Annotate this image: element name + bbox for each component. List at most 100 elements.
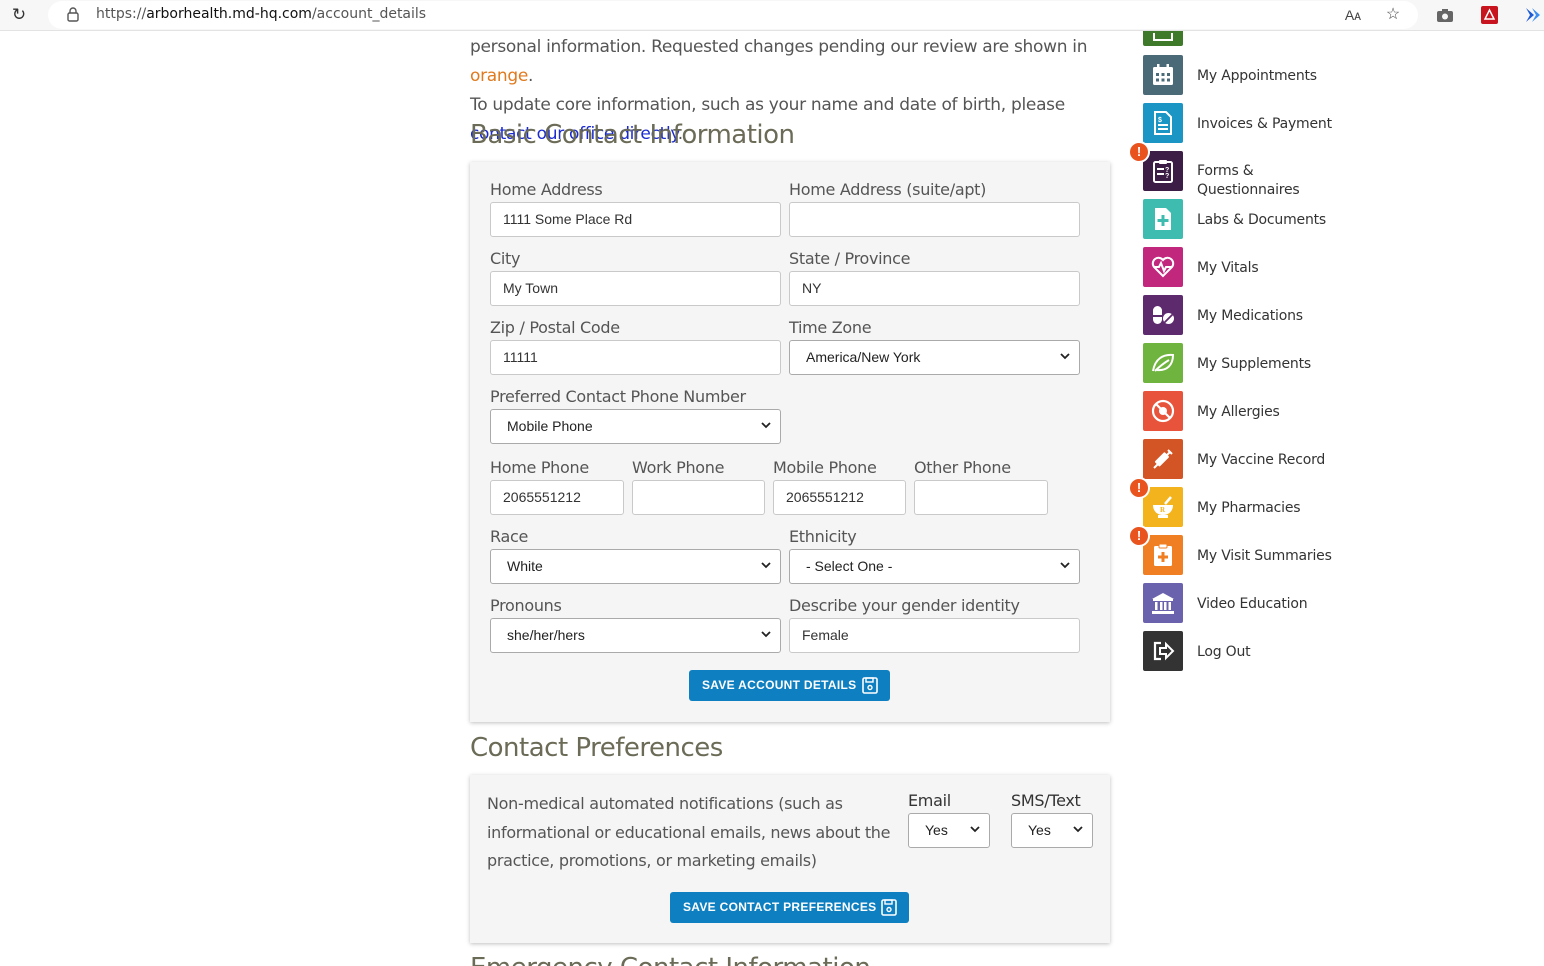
intro-text-2: To update core information, such as your… [470, 95, 1065, 115]
invoice-icon: $ [1143, 103, 1183, 143]
nav-label: My Vitals [1197, 260, 1259, 276]
city-input[interactable]: My Town [490, 271, 781, 306]
url-text[interactable]: https://arborhealth.md-hq.com/account_de… [96, 6, 426, 22]
nav-label: My Supplements [1197, 356, 1311, 372]
nav-label: My Appointments [1197, 68, 1317, 84]
pdf-extension-icon[interactable] [1481, 6, 1498, 24]
sms-pref-label: SMS/Text [1011, 791, 1081, 810]
save-contact-preferences-button[interactable]: SAVE CONTACT PREFERENCES [670, 892, 909, 923]
nav-item-logout[interactable]: Log Out [1143, 631, 1363, 671]
nav-label: Forms & Questionnaires [1197, 163, 1300, 198]
sms-pref-value: Yes [1028, 822, 1051, 838]
suite-label: Home Address (suite/apt) [789, 180, 987, 199]
chevron-down-icon [761, 422, 771, 429]
work-phone-input[interactable] [632, 480, 765, 515]
emergency-contact-heading: Emergency Contact Information [470, 955, 1110, 966]
home-address-input[interactable]: 1111 Some Place Rd [490, 202, 781, 237]
save-account-details-button[interactable]: SAVE ACCOUNT DETAILS [689, 670, 890, 701]
allergy-icon [1143, 391, 1183, 431]
lab-document-icon [1143, 199, 1183, 239]
mobile-phone-input[interactable]: 2065551212 [773, 480, 906, 515]
email-pref-select[interactable]: Yes [908, 813, 990, 848]
gender-label: Describe your gender identity [789, 596, 1020, 615]
nav-item-partial[interactable] [1143, 31, 1183, 46]
basic-contact-heading: Basic Contact Information [470, 120, 795, 150]
heart-pulse-icon [1143, 247, 1183, 287]
nav-item-labs[interactable]: Labs & Documents [1143, 199, 1363, 239]
ethnicity-select[interactable]: - Select One - [789, 549, 1080, 584]
race-value: White [507, 558, 543, 574]
svg-text:$: $ [1158, 117, 1162, 124]
description-line: practice, promotions, or marketing email… [487, 851, 817, 870]
chevron-down-icon [1060, 562, 1070, 569]
email-pref-label: Email [908, 791, 951, 810]
home-address-label: Home Address [490, 180, 603, 199]
read-aloud-icon[interactable]: Aᴀ [1342, 4, 1364, 26]
description-line: informational or educational emails, new… [487, 822, 891, 842]
contact-preferences-heading: Contact Preferences [470, 733, 723, 763]
intro-text: personal information. Requested changes … [470, 37, 1088, 57]
clipboard-medical-icon [1143, 535, 1183, 575]
nav-item-invoices[interactable]: $ Invoices & Payment [1143, 103, 1363, 143]
nav-item-visit-summaries[interactable]: ! My Visit Summaries [1128, 525, 1363, 575]
favorite-star-icon[interactable]: ☆ [1382, 4, 1404, 26]
clipboard-question-icon: ?? [1143, 151, 1183, 191]
nav-label: My Vaccine Record [1197, 452, 1326, 468]
pronouns-select[interactable]: she/her/hers [490, 618, 781, 653]
nav-item-supplements[interactable]: My Supplements [1143, 343, 1363, 383]
pref-phone-label: Preferred Contact Phone Number [490, 387, 746, 406]
state-input[interactable]: NY [789, 271, 1080, 306]
alert-icon: ! [1128, 525, 1150, 547]
basic-contact-card: Home Address 1111 Some Place Rd Home Add… [470, 162, 1110, 722]
calendar-icon [1143, 55, 1183, 95]
city-label: City [490, 249, 521, 268]
suite-input[interactable] [789, 202, 1080, 237]
chevron-down-icon [1073, 826, 1083, 833]
nav-item-allergies[interactable]: My Allergies [1143, 391, 1363, 431]
zip-input[interactable]: 11111 [490, 340, 781, 375]
ethnicity-label: Ethnicity [789, 527, 857, 546]
save-contact-preferences-label: SAVE CONTACT PREFERENCES [683, 900, 877, 914]
nav-item-vaccine[interactable]: My Vaccine Record [1143, 439, 1363, 479]
alert-icon: ! [1128, 141, 1150, 163]
partial-icon [1153, 33, 1173, 41]
other-phone-input[interactable] [914, 480, 1048, 515]
nav-item-vitals[interactable]: My Vitals [1143, 247, 1363, 287]
state-label: State / Province [789, 249, 911, 268]
nav-item-medications[interactable]: My Medications [1143, 295, 1363, 335]
nav-label: Invoices & Payment [1197, 116, 1332, 132]
nav-label: My Visit Summaries [1197, 548, 1332, 564]
institution-icon [1143, 583, 1183, 623]
floppy-disk-icon [862, 677, 878, 694]
home-phone-input[interactable]: 2065551212 [490, 480, 624, 515]
nav-item-appointments[interactable]: My Appointments [1143, 55, 1363, 95]
url-host: arborhealth.md-hq.com [146, 6, 312, 22]
mobile-phone-label: Mobile Phone [773, 458, 877, 477]
save-account-details-label: SAVE ACCOUNT DETAILS [702, 678, 857, 692]
copilot-icon[interactable] [1524, 7, 1542, 23]
timezone-select[interactable]: America/New York [789, 340, 1080, 375]
contact-preferences-card: Non-medical automated notifications (suc… [470, 775, 1110, 943]
pref-phone-value: Mobile Phone [507, 418, 593, 434]
pronouns-value: she/her/hers [507, 627, 585, 643]
timezone-value: America/New York [806, 349, 921, 365]
nav-item-forms[interactable]: ?? ! Forms & Questionnaires [1128, 141, 1363, 198]
next-section-heading-clip: Emergency Contact Information [470, 955, 1110, 966]
sms-pref-select[interactable]: Yes [1011, 813, 1093, 848]
pref-phone-select[interactable]: Mobile Phone [490, 409, 781, 444]
nav-item-pharmacies[interactable]: R ! My Pharmacies [1128, 477, 1363, 527]
gender-input[interactable]: Female [789, 618, 1080, 653]
reload-icon[interactable]: ↻ [9, 5, 29, 25]
camera-icon[interactable] [1436, 7, 1454, 23]
chevron-down-icon [1060, 353, 1070, 360]
orange-keyword: orange [470, 66, 529, 86]
nav-label: My Medications [1197, 308, 1303, 324]
floppy-disk-icon [881, 899, 897, 916]
chevron-down-icon [761, 631, 771, 638]
timezone-label: Time Zone [789, 318, 872, 337]
race-select[interactable]: White [490, 549, 781, 584]
intro-punct: . [528, 66, 534, 86]
nav-item-video-education[interactable]: Video Education [1143, 583, 1363, 623]
ethnicity-value: - Select One - [806, 558, 893, 574]
alert-icon: ! [1128, 477, 1150, 499]
